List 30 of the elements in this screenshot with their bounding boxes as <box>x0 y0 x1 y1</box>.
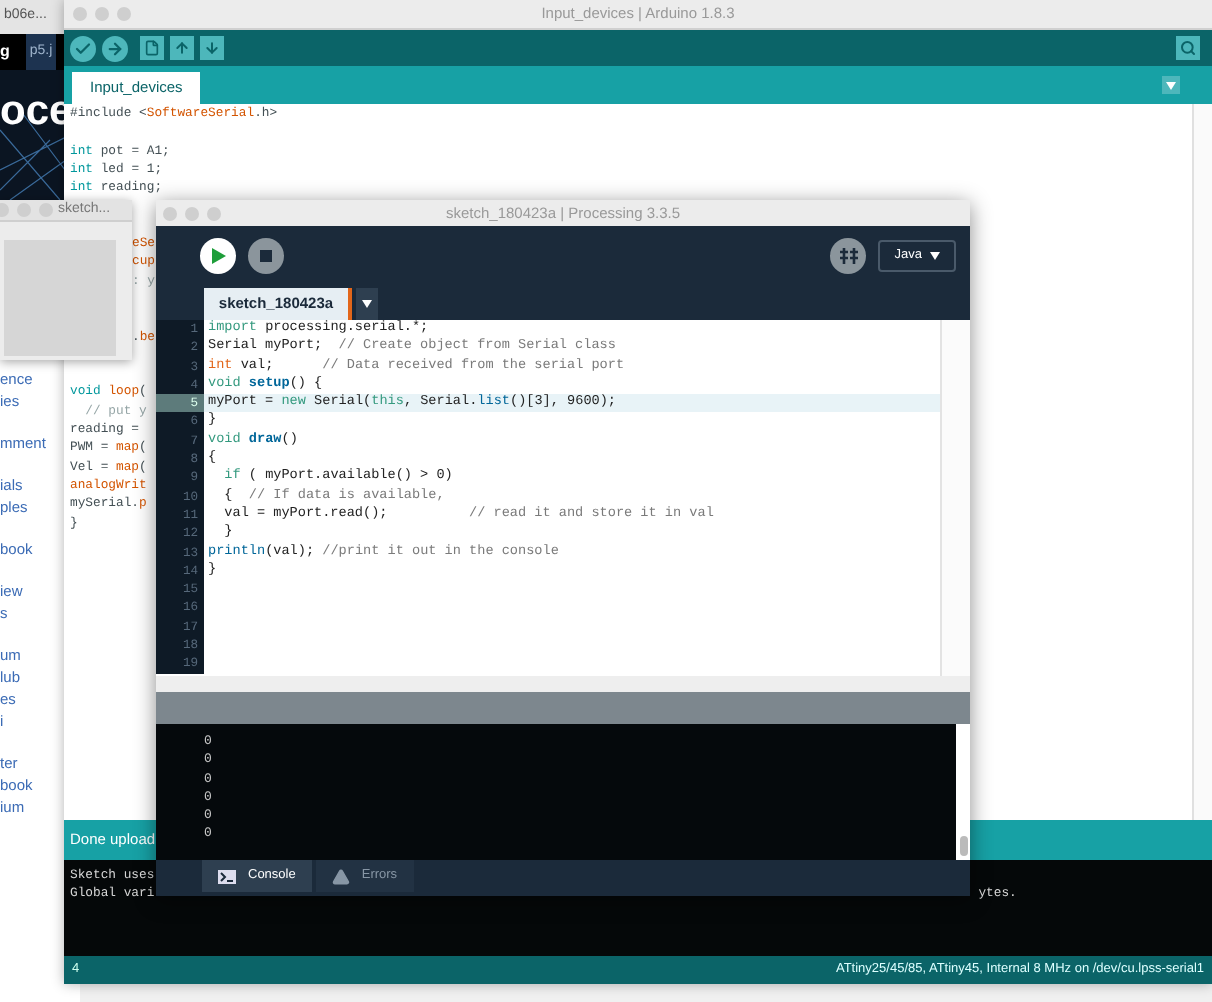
play-icon <box>211 248 225 264</box>
terminal-icon <box>218 869 236 883</box>
arrow-right-icon <box>106 39 124 57</box>
tab-menu-button[interactable] <box>356 288 378 320</box>
scrollbar[interactable] <box>956 724 970 860</box>
new-button[interactable] <box>140 36 164 60</box>
file-icon <box>144 40 160 56</box>
caret-icon <box>1166 81 1176 89</box>
upload-button[interactable] <box>102 35 128 61</box>
save-button[interactable] <box>200 36 224 60</box>
stop-button[interactable] <box>248 238 284 274</box>
run-button[interactable] <box>200 238 236 274</box>
warning-icon <box>331 867 350 885</box>
arrow-up-icon <box>174 40 190 56</box>
serial-monitor-button[interactable] <box>1176 36 1200 60</box>
search-icon <box>1180 40 1196 56</box>
check-icon <box>74 39 92 57</box>
nav-text: g <box>0 40 10 64</box>
caret-icon <box>362 300 372 308</box>
stop-icon <box>260 250 272 262</box>
code-editor[interactable] <box>156 320 970 676</box>
caret-icon <box>930 252 940 260</box>
verify-button[interactable] <box>70 35 96 61</box>
open-button[interactable] <box>170 36 194 60</box>
debug-button[interactable] <box>830 238 867 274</box>
scrollbar[interactable] <box>1192 104 1212 820</box>
arrow-down-icon <box>204 40 220 56</box>
debugger-icon <box>839 246 858 266</box>
scrollbar-thumb[interactable] <box>959 836 967 856</box>
scrollbar[interactable] <box>940 320 970 676</box>
